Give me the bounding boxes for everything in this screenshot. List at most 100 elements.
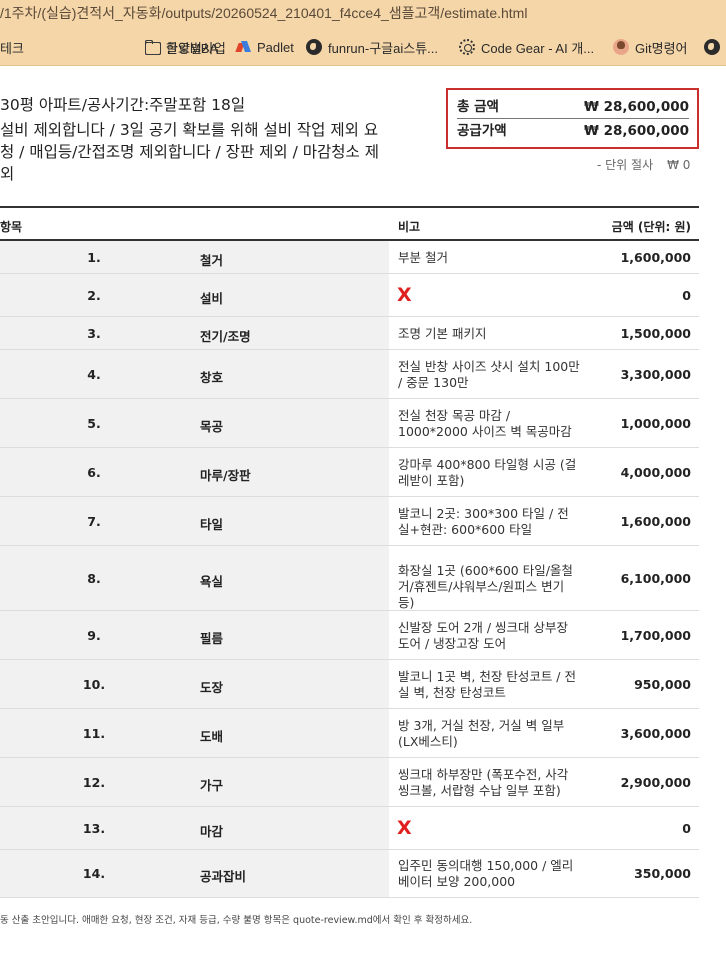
row-amount: 350,000 [634, 866, 691, 881]
row-amount: 3,600,000 [620, 726, 691, 741]
table-row: 13. 마감 X 0 [0, 807, 699, 850]
bookmark-more[interactable] [704, 37, 720, 57]
project-notes: 설비 제외합니다 / 3일 공기 확보를 위해 설비 작업 제외 요 청 / 매… [0, 119, 432, 185]
row-amount: 0 [682, 288, 691, 303]
row-number: 7. [87, 514, 101, 529]
row-note: 발코니 2곳: 300*300 타일 / 전실+현관: 600*600 타일 [398, 506, 569, 537]
row-item-name: 타일 [200, 517, 224, 532]
note-line: 청 / 매입등/간접조명 제외합니다 / 장판 제외 / 마감청소 제 [0, 143, 379, 161]
project-title: 30평 아파트/공사기간:주말포함 18일 [0, 96, 246, 114]
row-note: 입주민 동의대행 150,000 / 엘리베이터 보양 200,000 [398, 858, 574, 889]
table-row: 8. 욕실 화장실 1곳 (600*600 타일/올철거/휴젠트/샤워부스/원피스 … [0, 546, 699, 611]
rounding-value: ₩ 0 [667, 158, 691, 172]
url-text[interactable]: /1주차/(실습)견적서_자동화/outputs/20260524_210401… [0, 3, 527, 23]
table-row: 4. 창호 전실 반창 사이즈 샷시 설치 100만 / 중문 130만 3,300,… [0, 350, 699, 399]
row-amount: 6,100,000 [620, 571, 691, 586]
row-item-name: 마감 [200, 824, 224, 839]
row-amount: 1,600,000 [620, 250, 691, 265]
bookmark-label: 한양MBA [166, 40, 219, 56]
supply-amount-value: ₩ 28,600,000 [584, 123, 689, 139]
avatar-icon [613, 39, 629, 55]
row-note: 부분 철거 [398, 250, 448, 265]
row-note: 방 3개, 거실 천장, 거실 벽 일부 (LX베스티) [398, 718, 565, 749]
row-note: 강마루 400*800 타일형 시공 (걸레받이 포함) [398, 457, 577, 488]
row-item-name: 필름 [200, 631, 224, 646]
supply-amount-label: 공급가액 [457, 123, 507, 139]
table-row: 7. 타일 발코니 2곳: 300*300 타일 / 전실+현관: 600*600 … [0, 497, 699, 546]
table-row: 6. 마루/장판 강마루 400*800 타일형 시공 (걸레받이 포함) 4,000… [0, 448, 699, 497]
row-note: 화장실 1곳 (600*600 타일/올철거/휴젠트/샤워부스/원피스 변기등) [398, 563, 573, 610]
bookmark-tech[interactable]: 테크 [0, 37, 24, 57]
row-number: 6. [87, 465, 101, 480]
table-row: 2. 설비 X 0 [0, 274, 699, 317]
globe-icon [306, 39, 322, 55]
table-row: 11. 도배 방 3개, 거실 천장, 거실 벽 일부 (LX베스티) 3,600,0… [0, 709, 699, 758]
bookmark-git-commands[interactable]: Git명령어 [613, 37, 688, 57]
row-number: 12. [82, 775, 106, 790]
row-item-name: 욕실 [200, 574, 224, 589]
bookmarks-bar: 테크 글로벌사업 한양MBA Padlet funrun-구글ai스튜... C… [0, 28, 726, 66]
header-item: 항목 [0, 220, 23, 234]
excluded-x-mark: X [397, 817, 412, 839]
row-amount: 1,500,000 [620, 326, 691, 341]
row-item-name: 도배 [200, 729, 224, 744]
row-item-name: 도장 [200, 680, 224, 695]
row-number: 5. [87, 416, 101, 431]
note-line: 설비 제외합니다 / 3일 공기 확보를 위해 설비 작업 제외 요 [0, 121, 379, 139]
padlet-icon [235, 39, 251, 55]
bookmark-label: Git명령어 [635, 40, 688, 56]
bookmark-hanyang-mba[interactable]: 한양MBA [144, 37, 218, 57]
table-row: 14. 공과잡비 입주민 동의대행 150,000 / 엘리베이터 보양 200,0… [0, 850, 699, 898]
row-note: 조명 기본 패키지 [398, 326, 487, 341]
row-number: 11. [82, 726, 106, 741]
bookmark-label: Code Gear - AI 개... [481, 40, 595, 56]
bookmark-padlet[interactable]: Padlet [235, 37, 294, 57]
table-row: 9. 필름 신발장 도어 2개 / 씽크대 상부장 도어 / 냉장고장 도어 1,70… [0, 611, 699, 660]
row-amount: 1,700,000 [620, 628, 691, 643]
totals-box: 총 금액 ₩ 28,600,000 공급가액 ₩ 28,600,000 [446, 88, 699, 149]
row-number: 8. [87, 571, 101, 586]
total-amount-value: ₩ 28,600,000 [584, 99, 689, 115]
table-row: 12. 가구 씽크대 하부장만 (폭포수전, 사각 씽크볼, 서랍형 수납 일부 포… [0, 758, 699, 807]
rounding-note: - 단위 절사 ₩ 0 [597, 156, 690, 173]
note-line: 외 [0, 165, 15, 183]
header-note: 비고 [398, 220, 421, 234]
row-item-name: 마루/장판 [200, 468, 251, 483]
table-body: 1. 철거 부분 철거 1,600,000 2. 설비 X 0 3. 전기/조명 조명 기본 패키지… [0, 241, 699, 898]
row-note: 전실 반창 사이즈 샷시 설치 100만 / 중문 130만 [398, 359, 580, 390]
bookmark-code-gear[interactable]: Code Gear - AI 개... [459, 37, 594, 57]
rounding-label: - 단위 절사 [597, 158, 654, 172]
row-item-name: 목공 [200, 419, 224, 434]
row-number: 3. [87, 326, 101, 341]
header-amount: 금액 (단위: 원) [611, 220, 691, 234]
folder-icon [144, 39, 161, 55]
bookmark-funrun[interactable]: funrun-구글ai스튜... [306, 37, 438, 57]
bookmark-label: Padlet [257, 39, 294, 55]
excluded-x-mark: X [397, 284, 412, 306]
row-number: 13. [82, 821, 106, 836]
table-row: 5. 목공 전실 천장 목공 마감 / 1000*2000 사이즈 벽 목공마감 1,… [0, 399, 699, 448]
row-number: 1. [87, 250, 101, 265]
globe-icon [704, 39, 720, 55]
total-amount-label: 총 금액 [457, 99, 499, 115]
row-amount: 0 [682, 821, 691, 836]
row-item-name: 가구 [200, 778, 224, 793]
row-note: 씽크대 하부장만 (폭포수전, 사각 씽크볼, 서랍형 수납 일부 포함) [398, 767, 569, 798]
table-row: 3. 전기/조명 조명 기본 패키지 1,500,000 [0, 317, 699, 350]
row-number: 4. [87, 367, 101, 382]
row-number: 2. [87, 288, 101, 303]
row-number: 10. [82, 677, 106, 692]
row-number: 14. [82, 866, 106, 881]
row-amount: 2,900,000 [620, 775, 691, 790]
bookmark-label: funrun-구글ai스튜... [328, 40, 438, 56]
table-row: 10. 도장 발코니 1곳 벽, 천장 탄성코트 / 전실 벽, 천장 탄성코트 95… [0, 660, 699, 709]
estimate-document: 30평 아파트/공사기간:주말포함 18일 설비 제외합니다 / 3일 공기 확… [0, 66, 726, 961]
table-header: 항목 비고 금액 (단위: 원) [0, 208, 699, 241]
row-item-name: 설비 [200, 291, 224, 306]
address-bar[interactable]: /1주차/(실습)견적서_자동화/outputs/20260524_210401… [0, 0, 726, 28]
row-amount: 1,000,000 [620, 416, 691, 431]
bookmark-label: 테크 [0, 40, 24, 56]
row-note: 전실 천장 목공 마감 / 1000*2000 사이즈 벽 목공마감 [398, 408, 572, 439]
supply-amount-row: 공급가액 ₩ 28,600,000 [457, 119, 689, 143]
row-number: 9. [87, 628, 101, 643]
